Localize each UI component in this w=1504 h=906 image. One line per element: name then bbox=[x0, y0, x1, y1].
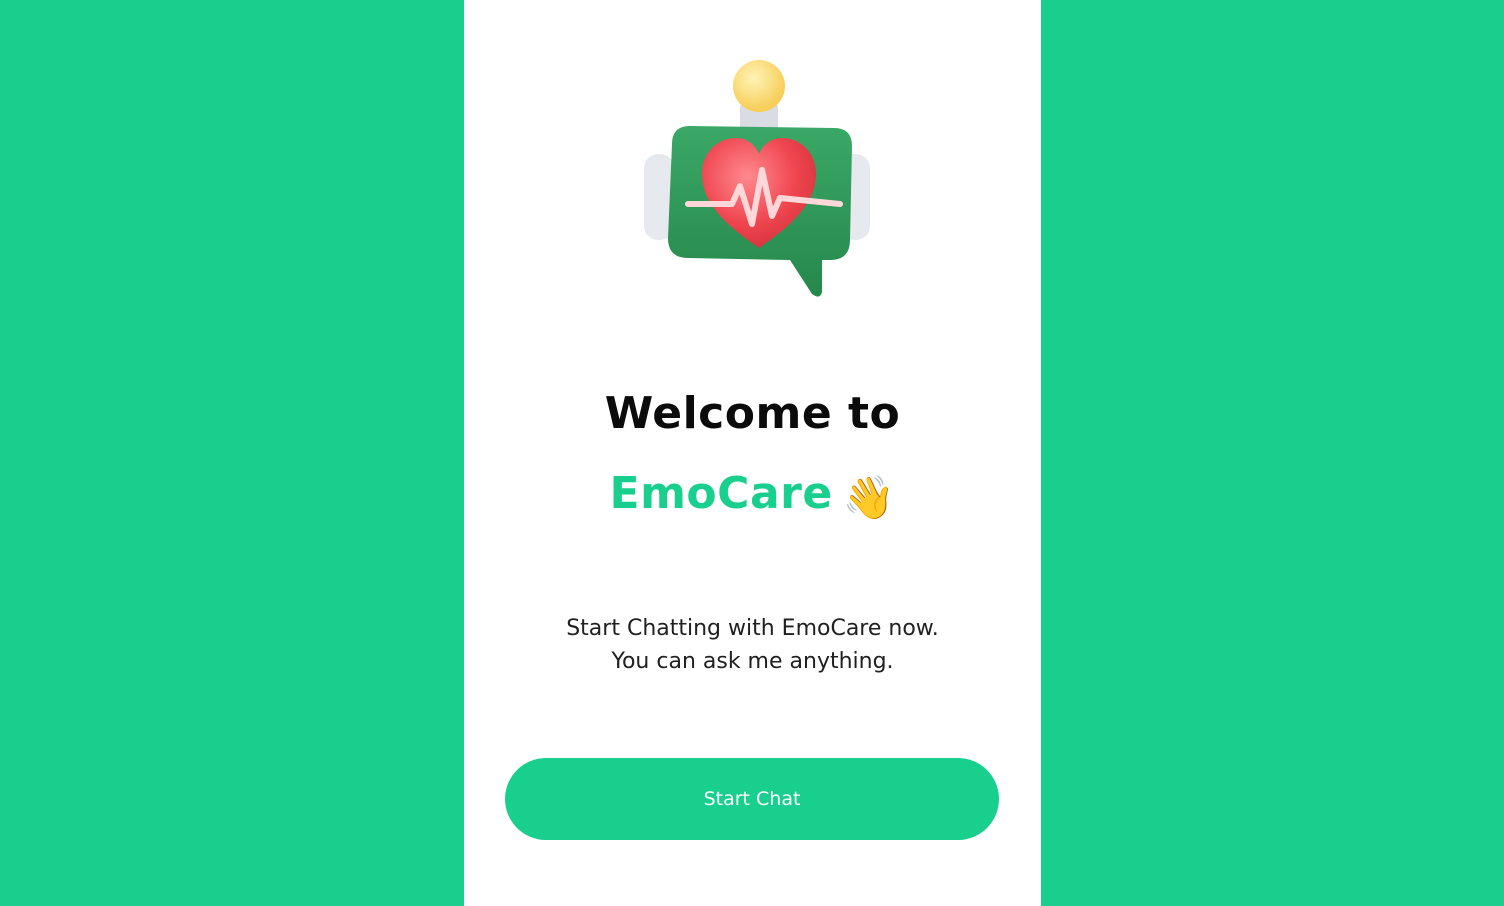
app-name: EmoCare bbox=[609, 468, 833, 519]
heart-chat-bubble-icon bbox=[644, 60, 870, 297]
subtitle-line-2: You can ask me anything. bbox=[611, 649, 894, 674]
start-chat-button[interactable]: Start Chat bbox=[505, 758, 999, 840]
background: Welcome to EmoCare 👋 Start Chatting with … bbox=[0, 0, 1504, 906]
app-name-heading: EmoCare 👋 bbox=[464, 468, 1041, 523]
welcome-heading: Welcome to bbox=[604, 388, 901, 439]
welcome-subtitle: Start Chatting with EmoCare now. You can… bbox=[464, 612, 1041, 678]
subtitle-line-1: Start Chatting with EmoCare now. bbox=[566, 616, 939, 641]
waving-hand-icon: 👋 bbox=[842, 473, 896, 522]
welcome-screen: Welcome to EmoCare 👋 Start Chatting with … bbox=[464, 0, 1041, 906]
